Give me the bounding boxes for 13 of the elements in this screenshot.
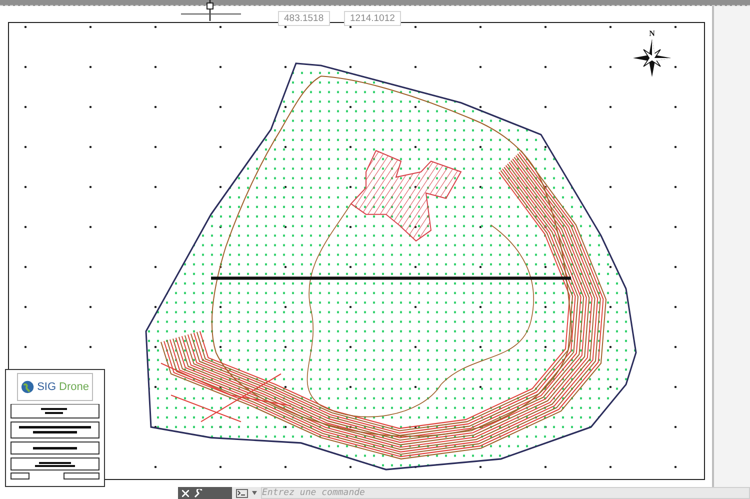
caret-icon: [252, 491, 257, 495]
command-input-field[interactable]: Entrez une commande: [261, 487, 750, 499]
coordinate-readout: 483.1518: [278, 11, 330, 26]
compass-north-label: N: [649, 29, 655, 38]
compass-rose-icon: [632, 38, 672, 78]
command-history-button[interactable]: [232, 487, 261, 499]
logo-word: SIG: [37, 381, 56, 393]
command-prompt-icon: [236, 488, 248, 498]
close-icon[interactable]: [182, 490, 189, 496]
coordinate-readout: 1214.1012: [344, 11, 401, 26]
wrench-icon[interactable]: [194, 488, 203, 498]
logo-word: Drone: [59, 381, 89, 393]
globe-icon: [21, 380, 34, 394]
